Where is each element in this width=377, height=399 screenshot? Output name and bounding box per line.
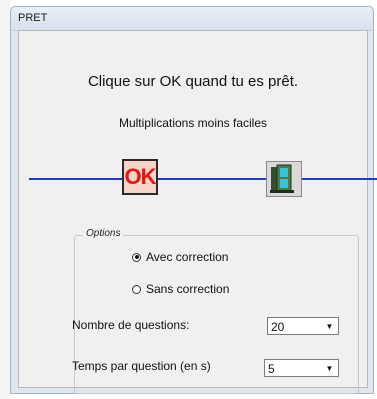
- radio-avec-correction[interactable]: Avec correction: [132, 250, 228, 264]
- instruction-message: Clique sur OK quand tu es prêt.: [87, 73, 299, 90]
- time-per-question-value: 5: [268, 362, 275, 376]
- radio-unselected-icon[interactable]: [132, 284, 141, 294]
- radio-sans-correction[interactable]: Sans correction: [132, 282, 229, 296]
- background-strip: [0, 0, 10, 399]
- radio-sans-correction-label: Sans correction: [146, 282, 230, 296]
- options-legend: Options: [83, 228, 124, 239]
- dropdown-arrow-icon[interactable]: ▼: [323, 361, 336, 375]
- exercise-subtitle: Multiplications moins faciles: [118, 116, 268, 130]
- divider-line: [29, 178, 377, 180]
- questions-count-value: 20: [271, 320, 285, 334]
- time-per-question-label: Temps par question (en s): [72, 359, 211, 373]
- questions-count-select[interactable]: 20 ▼: [267, 317, 339, 335]
- exit-door-icon: [270, 164, 294, 193]
- dialog-client-area: Clique sur OK quand tu es prêt. Multipli…: [18, 30, 377, 394]
- ok-button[interactable]: OK: [122, 159, 158, 195]
- radio-selected-icon[interactable]: [132, 252, 141, 262]
- dropdown-arrow-icon[interactable]: ▼: [323, 319, 336, 333]
- time-per-question-select[interactable]: 5 ▼: [264, 359, 339, 377]
- ok-button-label: OK: [124, 164, 157, 189]
- window-title: PRET: [18, 12, 48, 24]
- exit-door-button[interactable]: [266, 161, 302, 197]
- dialog-window: PRET Clique sur OK quand tu es prêt. Mul…: [10, 6, 377, 394]
- title-bar[interactable]: PRET: [11, 7, 373, 31]
- questions-count-label: Nombre de questions:: [72, 318, 190, 332]
- radio-avec-correction-label: Avec correction: [146, 250, 229, 264]
